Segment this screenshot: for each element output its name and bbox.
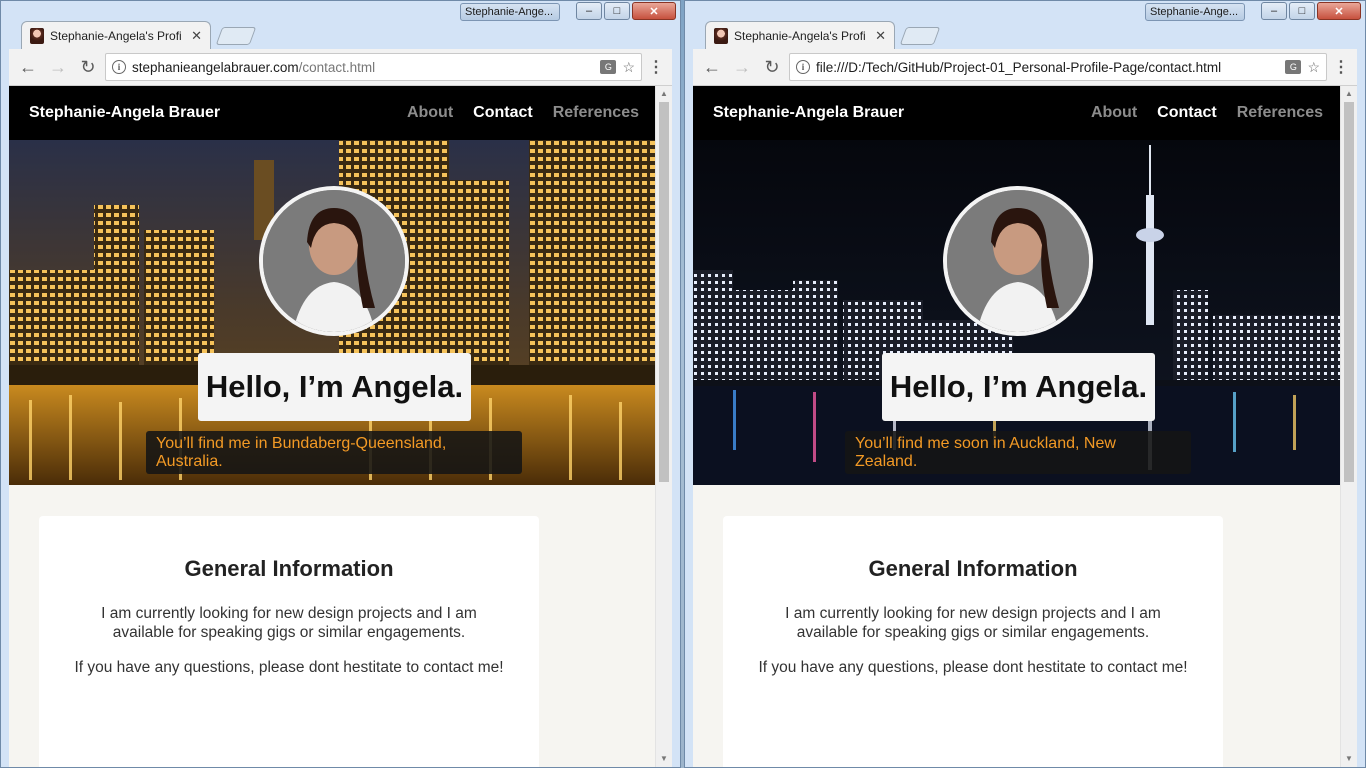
tab-title: Stephanie-Angela's Profi xyxy=(734,28,866,43)
minimize-button[interactable]: – xyxy=(1261,2,1287,20)
url-host: stephanieangelabrauer.com xyxy=(132,59,299,75)
translate-icon[interactable]: G xyxy=(1285,60,1302,74)
tab-strip: Stephanie-Angela's Profi ✕ xyxy=(693,19,1357,49)
browser-toolbar: ← → ↻ i file:///D:/Tech/GitHub/Project-0… xyxy=(693,49,1357,86)
maximize-button[interactable]: □ xyxy=(604,2,630,20)
hero-section: Hello, I’m Angela. You’ll find me in Bun… xyxy=(9,140,659,485)
minimize-button[interactable]: – xyxy=(576,2,602,20)
page-viewport: Stephanie-Angela Brauer About Contact Re… xyxy=(693,86,1357,767)
portrait-image xyxy=(947,190,1089,332)
url-host: file:///D:/Tech/GitHub/Project-01_Person… xyxy=(816,59,1222,75)
close-window-button[interactable]: ✕ xyxy=(1317,2,1361,20)
nav-references[interactable]: References xyxy=(1237,104,1323,122)
back-icon[interactable]: ← xyxy=(15,54,41,80)
tab-strip: Stephanie-Angela's Profi ✕ xyxy=(9,19,672,49)
nav-references[interactable]: References xyxy=(553,104,639,122)
browser-tab[interactable]: Stephanie-Angela's Profi ✕ xyxy=(705,21,895,49)
kebab-menu-icon[interactable]: ⋮ xyxy=(1331,57,1351,77)
nav-contact[interactable]: Contact xyxy=(1157,104,1217,122)
page-viewport: Stephanie-Angela Brauer About Contact Re… xyxy=(9,86,672,767)
profile-avatar xyxy=(943,186,1093,336)
card-title: General Information xyxy=(868,556,1078,581)
kebab-menu-icon[interactable]: ⋮ xyxy=(646,57,666,77)
new-tab-button[interactable] xyxy=(899,27,941,45)
reload-icon[interactable]: ↻ xyxy=(75,54,101,80)
back-icon[interactable]: ← xyxy=(699,54,725,80)
favicon-icon xyxy=(714,27,728,44)
site-brand[interactable]: Stephanie-Angela Brauer xyxy=(713,104,904,122)
page: Stephanie-Angela Brauer About Contact Re… xyxy=(9,86,659,767)
scroll-down-icon[interactable]: ▼ xyxy=(1341,751,1357,767)
card-paragraph-1: I am currently looking for new design pr… xyxy=(101,605,477,641)
nav-links: About Contact References xyxy=(407,104,639,122)
tab-close-icon[interactable]: ✕ xyxy=(875,28,886,44)
nav-about[interactable]: About xyxy=(1091,104,1137,122)
hero-location: You’ll find me soon in Auckland, New Zea… xyxy=(845,431,1191,474)
scroll-thumb[interactable] xyxy=(1344,102,1354,482)
general-info-card: General Information I am currently looki… xyxy=(723,516,1223,767)
tab-title: Stephanie-Angela's Profi xyxy=(50,28,182,43)
site-navbar: Stephanie-Angela Brauer About Contact Re… xyxy=(693,86,1343,140)
info-icon[interactable]: i xyxy=(112,60,126,74)
general-info-card: General Information I am currently looki… xyxy=(39,516,539,767)
nav-contact[interactable]: Contact xyxy=(473,104,533,122)
site-navbar: Stephanie-Angela Brauer About Contact Re… xyxy=(9,86,659,140)
scroll-up-icon[interactable]: ▲ xyxy=(1341,86,1357,102)
card-title: General Information xyxy=(184,556,394,581)
star-icon[interactable]: ☆ xyxy=(622,59,635,76)
maximize-button[interactable]: □ xyxy=(1289,2,1315,20)
card-paragraph-2: If you have any questions, please dont h… xyxy=(74,659,504,676)
url-path: /contact.html xyxy=(298,59,376,75)
close-window-button[interactable]: ✕ xyxy=(632,2,676,20)
url-text[interactable]: stephanieangelabrauer.com/contact.html xyxy=(132,60,594,75)
scroll-down-icon[interactable]: ▼ xyxy=(656,751,672,767)
url-text[interactable]: file:///D:/Tech/GitHub/Project-01_Person… xyxy=(816,60,1279,75)
address-bar[interactable]: i stephanieangelabrauer.com/contact.html… xyxy=(105,53,642,81)
site-brand[interactable]: Stephanie-Angela Brauer xyxy=(29,104,220,122)
nav-links: About Contact References xyxy=(1091,104,1323,122)
browser-window-right: Stephanie-Ange... – □ ✕ Stephanie-Angela… xyxy=(684,0,1366,768)
forward-icon[interactable]: → xyxy=(729,54,755,80)
scroll-up-icon[interactable]: ▲ xyxy=(656,86,672,102)
browser-window-left: Stephanie-Ange... – □ ✕ Stephanie-Angela… xyxy=(0,0,681,768)
browser-toolbar: ← → ↻ i stephanieangelabrauer.com/contac… xyxy=(9,49,672,86)
new-tab-button[interactable] xyxy=(215,27,257,45)
vertical-scrollbar[interactable]: ▲ ▼ xyxy=(1340,86,1357,767)
info-icon[interactable]: i xyxy=(796,60,810,74)
card-paragraph-2: If you have any questions, please dont h… xyxy=(758,659,1188,676)
hero-heading: Hello, I’m Angela. xyxy=(198,353,471,421)
page: Stephanie-Angela Brauer About Contact Re… xyxy=(693,86,1343,767)
translate-icon[interactable]: G xyxy=(600,60,617,74)
hero-location: You’ll find me in Bundaberg-Queensland, … xyxy=(146,431,522,474)
vertical-scrollbar[interactable]: ▲ ▼ xyxy=(655,86,672,767)
favicon-icon xyxy=(30,27,44,44)
star-icon[interactable]: ☆ xyxy=(1307,59,1320,76)
browser-tab[interactable]: Stephanie-Angela's Profi ✕ xyxy=(21,21,211,49)
card-paragraph-1: I am currently looking for new design pr… xyxy=(785,605,1161,641)
hero-section: Hello, I’m Angela. You’ll find me soon i… xyxy=(693,140,1343,485)
tab-close-icon[interactable]: ✕ xyxy=(191,28,202,44)
reload-icon[interactable]: ↻ xyxy=(759,54,785,80)
scroll-thumb[interactable] xyxy=(659,102,669,482)
profile-avatar xyxy=(259,186,409,336)
nav-about[interactable]: About xyxy=(407,104,453,122)
hero-heading: Hello, I’m Angela. xyxy=(882,353,1155,421)
address-bar[interactable]: i file:///D:/Tech/GitHub/Project-01_Pers… xyxy=(789,53,1327,81)
portrait-image xyxy=(263,190,405,332)
forward-icon[interactable]: → xyxy=(45,54,71,80)
